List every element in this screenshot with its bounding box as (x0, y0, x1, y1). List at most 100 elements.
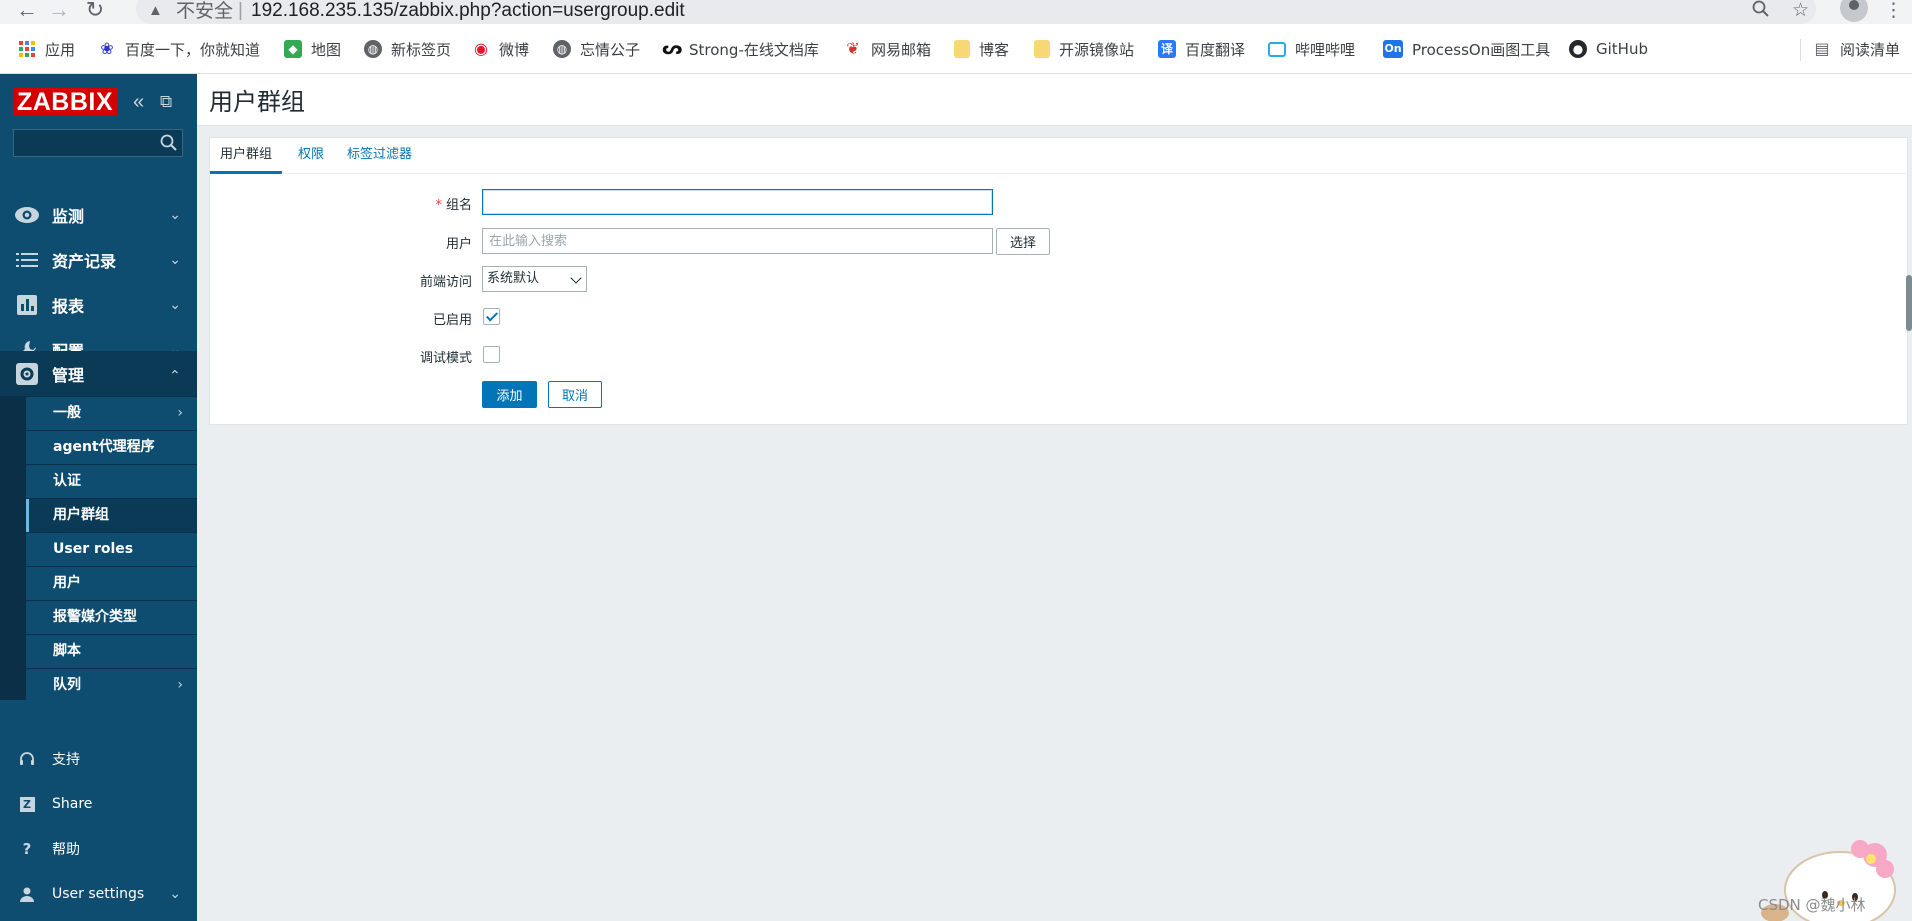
footer-support[interactable]: 支持 (0, 739, 197, 779)
footer-label: 支持 (52, 752, 80, 768)
forward-arrow-icon[interactable]: → (46, 0, 72, 22)
add-button[interactable]: 添加 (482, 381, 537, 408)
footer-label: 帮助 (52, 842, 80, 858)
bookmark-baidu[interactable]: ❀ 百度一下，你就知道 (98, 38, 260, 60)
submenu-media-types[interactable]: 报警媒介类型 (26, 601, 197, 634)
back-arrow-icon[interactable]: ← (14, 0, 40, 22)
kiosk-mode-icon[interactable]: ⧉ (160, 88, 172, 116)
page-scrollbar[interactable] (1906, 275, 1912, 331)
zabbix-logo[interactable]: ZABBIX (13, 88, 117, 116)
footer-label: Share (52, 796, 93, 812)
bookmark-newtab[interactable]: ◍ 新标签页 (364, 38, 451, 60)
select-users-button[interactable]: 选择 (996, 228, 1050, 255)
menu-label: 管理 (52, 365, 85, 385)
netease-mail-icon: ❦ (846, 39, 860, 58)
sidebar-search-input[interactable] (13, 129, 183, 157)
bookmark-blog[interactable]: 博客 (954, 38, 1009, 60)
bookmark-strong[interactable]: ᔕ Strong-在线文档库 (662, 38, 819, 60)
globe-icon: ◍ (364, 40, 382, 58)
bookmark-weibo[interactable]: ◉ 微博 (472, 38, 529, 60)
baidu-translate-icon: 译 (1158, 40, 1176, 58)
reading-list[interactable]: ▤ 阅读清单 (1813, 38, 1900, 60)
bookmark-label: 开源镜像站 (1059, 40, 1135, 59)
footer-help[interactable]: ? 帮助 (0, 829, 197, 869)
menu-label: 资产记录 (52, 251, 117, 271)
bookmark-label: ProcessOn画图工具 (1412, 40, 1551, 59)
weibo-icon: ◉ (474, 39, 488, 58)
chevron-down-icon: ⌄ (169, 251, 181, 268)
submenu-label: agent代理程序 (53, 439, 155, 455)
cancel-button[interactable]: 取消 (548, 381, 602, 408)
bookmark-wangqing[interactable]: ◍ 忘情公子 (553, 38, 640, 60)
insecure-label[interactable]: 不安全 (176, 0, 233, 22)
menu-inventory[interactable]: 资产记录 ⌄ (0, 237, 197, 282)
reload-icon[interactable]: ↻ (82, 0, 108, 22)
submenu-queue[interactable]: 队列 › (26, 669, 197, 702)
bookmark-label: Strong-在线文档库 (689, 40, 819, 59)
enabled-checkbox[interactable] (483, 308, 500, 325)
profile-avatar-icon[interactable] (1840, 0, 1868, 22)
enabled-label: 已启用 (432, 313, 472, 328)
page-title: 用户群组 (209, 88, 305, 116)
browser-toolbar: ← → ↻ ▲ 不安全 | 192.168.235.135/zabbix.php… (0, 0, 1912, 24)
footer-share[interactable]: Z Share (0, 784, 197, 824)
submenu-label: User roles (53, 541, 134, 557)
bookmark-bilibili[interactable]: 哔哩哔哩 (1268, 38, 1355, 60)
chevron-right-icon: › (177, 405, 183, 421)
bookmark-maps[interactable]: ◆ 地图 (284, 38, 341, 60)
chevron-down-icon (570, 272, 582, 284)
zoom-icon[interactable] (1752, 0, 1770, 24)
menu-reports[interactable]: 报表 ⌄ (0, 282, 197, 327)
bookmark-netease-mail[interactable]: ❦ 网易邮箱 (844, 38, 931, 60)
bookmark-mirror[interactable]: 开源镜像站 (1034, 38, 1134, 60)
bookmark-baidu-translate[interactable]: 译百度翻译 (1158, 38, 1245, 60)
sidebar: ZABBIX « ⧉ 监测⌄ 资产记录⌄ 报表⌄ 配置⌄ 管理⌄ 一般› age… (0, 74, 197, 921)
submenu-authentication[interactable]: 认证 (26, 465, 197, 498)
tab-tag-filter[interactable]: 标签过滤器 (347, 138, 412, 174)
frontend-access-select[interactable]: 系统默认 (482, 266, 587, 292)
group-name-input[interactable] (482, 189, 993, 215)
submenu-label: 认证 (53, 473, 81, 489)
bookmark-label: 新标签页 (391, 40, 452, 59)
menu-monitoring[interactable]: 监测 ⌄ (0, 192, 197, 237)
search-icon[interactable] (159, 133, 179, 153)
warning-triangle-icon[interactable]: ▲ (148, 0, 163, 22)
tab-permissions[interactable]: 权限 (298, 138, 324, 174)
menu-administration[interactable]: 管理 ⌄ (0, 351, 197, 396)
folder-icon (1034, 40, 1050, 58)
submenu-user-groups[interactable]: 用户群组 (26, 499, 197, 532)
processon-icon: On (1383, 40, 1403, 58)
submenu-users[interactable]: 用户 (26, 567, 197, 600)
collapse-sidebar-icon[interactable]: « (133, 88, 144, 116)
frontend-access-value: 系统默认 (487, 271, 540, 286)
bookmark-label: 博客 (979, 40, 1010, 59)
bookmark-label: 地图 (311, 40, 342, 59)
menu-label: 报表 (52, 296, 85, 316)
submenu-general[interactable]: 一般 › (26, 397, 197, 430)
submenu-label: 队列 (53, 677, 81, 693)
users-search-input[interactable] (482, 228, 993, 254)
footer-user-settings[interactable]: User settings ⌄ (0, 874, 197, 914)
bookmark-github[interactable]: ● GitHub (1569, 38, 1648, 60)
submenu-proxies[interactable]: agent代理程序 (26, 431, 197, 464)
csdn-watermark: CSDN @魏小林 (1758, 896, 1866, 914)
tab-user-group[interactable]: 用户群组 (210, 138, 283, 174)
bookmark-divider (1800, 39, 1801, 61)
user-icon (16, 883, 38, 905)
bar-chart-icon (14, 292, 40, 318)
bookmark-apps[interactable]: 应用 (18, 38, 75, 60)
submenu-label: 用户群组 (53, 507, 109, 523)
bookmark-label: 网易邮箱 (871, 40, 932, 59)
more-menu-icon[interactable]: ⋮ (1884, 0, 1903, 22)
bookmark-star-icon[interactable]: ☆ (1792, 0, 1809, 22)
question-icon: ? (22, 840, 32, 858)
submenu-scripts[interactable]: 脚本 (26, 635, 197, 668)
debug-mode-label: 调试模式 (419, 351, 472, 366)
chevron-up-icon: ⌄ (169, 365, 181, 382)
reading-list-label: 阅读清单 (1840, 40, 1901, 59)
debug-mode-checkbox[interactable] (483, 346, 500, 363)
submenu-user-roles[interactable]: User roles (26, 533, 197, 566)
url-text[interactable]: 192.168.235.135/zabbix.php?action=usergr… (251, 0, 685, 22)
bookmark-processon[interactable]: On ProcessOn画图工具 (1383, 38, 1550, 60)
list-icon (14, 247, 40, 273)
